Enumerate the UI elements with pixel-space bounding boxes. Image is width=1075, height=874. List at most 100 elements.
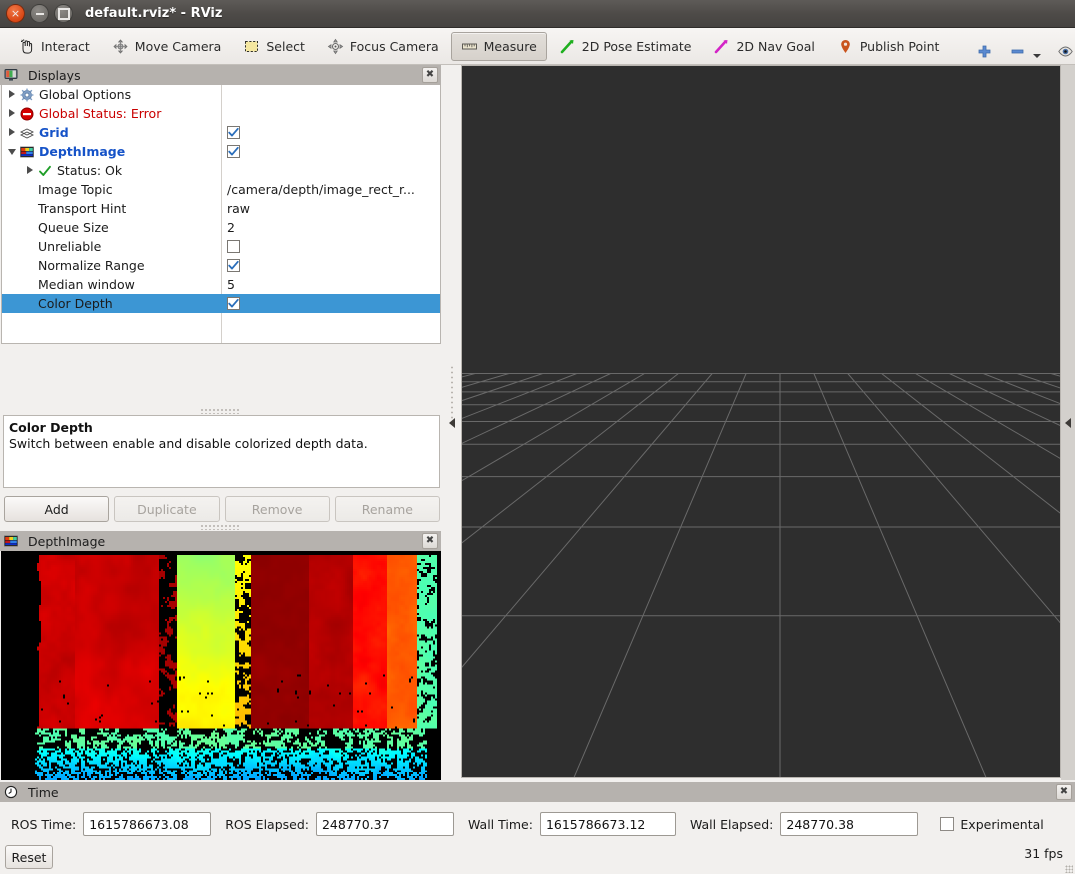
tool-select[interactable]: Select xyxy=(233,32,315,61)
handle-grip-dots xyxy=(450,365,454,425)
add-tool-button[interactable] xyxy=(969,32,1000,61)
tool-publish-point[interactable]: Publish Point xyxy=(827,32,950,61)
duplicate-display-button[interactable]: Duplicate xyxy=(114,496,220,522)
tree-row-normalize-range[interactable]: Normalize Range xyxy=(2,256,440,275)
tree-row-label-cell: Grid xyxy=(2,123,221,142)
tool-interact[interactable]: Interact xyxy=(8,32,100,61)
tool-2d-pose-estimate-label: 2D Pose Estimate xyxy=(581,38,692,54)
tree-row-value-cell[interactable] xyxy=(221,123,240,142)
render-view-3d[interactable] xyxy=(461,65,1061,778)
experimental-checkbox-group[interactable]: Experimental xyxy=(940,817,1044,832)
remove-display-button[interactable]: Remove xyxy=(224,496,330,522)
time-fields-row: ROS Time: 1615786673.08 ROS Elapsed: 248… xyxy=(0,810,1075,838)
display-description-box: Color Depth Switch between enable and di… xyxy=(3,415,440,488)
magenta-arrow-icon xyxy=(713,38,730,55)
rename-display-button[interactable]: Rename xyxy=(334,496,440,522)
tool-measure[interactable]: Measure xyxy=(450,31,547,61)
chevron-right-icon[interactable] xyxy=(8,109,17,118)
tool-publish-point-label: Publish Point xyxy=(859,38,940,54)
ros-time-label: ROS Time: xyxy=(11,816,77,832)
tree-row-label-cell: Unreliable xyxy=(2,237,221,256)
tree-row-value-cell[interactable] xyxy=(221,294,240,313)
chevron-down-icon[interactable] xyxy=(1033,53,1042,58)
tree-row-median-window[interactable]: Median window 5 xyxy=(2,275,440,294)
tree-row-value-cell[interactable] xyxy=(221,142,240,161)
gear-icon xyxy=(20,88,34,102)
time-panel-close-button[interactable]: ✖ xyxy=(1056,784,1072,800)
tool-move-camera[interactable]: Move Camera xyxy=(102,32,232,61)
window-close-button[interactable]: × xyxy=(6,4,25,23)
tree-row-label-cell: Global Options xyxy=(2,85,221,104)
displays-splitter[interactable] xyxy=(200,408,240,414)
tree-item-checkbox[interactable] xyxy=(227,240,240,253)
tree-row-queue-size[interactable]: Queue Size 2 xyxy=(2,218,440,237)
wall-elapsed-input[interactable]: 248770.38 xyxy=(780,812,919,836)
chevron-right-icon[interactable] xyxy=(8,128,17,137)
tool-move-camera-label: Move Camera xyxy=(134,38,222,54)
tree-row-grid[interactable]: Grid xyxy=(2,123,440,142)
chevron-down-icon[interactable] xyxy=(8,147,17,156)
chevron-right-icon[interactable] xyxy=(8,90,17,99)
window-maximize-button[interactable] xyxy=(54,4,73,23)
displays-panel-close-button[interactable]: ✖ xyxy=(422,67,438,83)
tree-item-checkbox[interactable] xyxy=(227,297,240,310)
window-minimize-button[interactable] xyxy=(30,4,49,23)
tree-row-color-depth[interactable]: Color Depth xyxy=(2,294,440,313)
ros-time-input[interactable]: 1615786673.08 xyxy=(83,812,212,836)
tool-2d-nav-goal[interactable]: 2D Nav Goal xyxy=(703,32,824,61)
tree-row-value-cell[interactable] xyxy=(221,85,227,104)
ros-elapsed-input[interactable]: 248770.37 xyxy=(315,812,454,836)
tree-item-checkbox[interactable] xyxy=(227,145,240,158)
depth-panel-splitter[interactable] xyxy=(200,524,240,530)
left-dock: Displays ✖ Global Options Global Status: … xyxy=(0,65,443,780)
tree-item-value: 2 xyxy=(227,220,235,235)
tree-row-value-cell[interactable] xyxy=(221,256,240,275)
check-icon xyxy=(38,164,52,178)
window-resize-grip[interactable] xyxy=(1065,865,1073,873)
tree-row-depthimage[interactable]: DepthImage xyxy=(2,142,440,161)
remove-display-label: Remove xyxy=(251,501,303,517)
tree-row-value-cell[interactable] xyxy=(221,104,227,123)
experimental-checkbox[interactable] xyxy=(940,817,955,831)
tree-row-value-cell[interactable]: 5 xyxy=(221,275,235,294)
chevron-right-icon[interactable] xyxy=(26,166,35,175)
ros-elapsed-label: ROS Elapsed: xyxy=(225,816,309,832)
displays-tree[interactable]: Global Options Global Status: Error Grid De… xyxy=(1,85,441,344)
visibility-button[interactable] xyxy=(1050,32,1075,61)
tree-row-global-status-error[interactable]: Global Status: Error xyxy=(2,104,440,123)
tool-2d-pose-estimate[interactable]: 2D Pose Estimate xyxy=(549,32,702,61)
tree-row-image-topic[interactable]: Image Topic/camera/depth/image_rect_r... xyxy=(2,180,440,199)
remove-tool-button[interactable] xyxy=(1002,32,1048,61)
tree-row-value-cell[interactable]: raw xyxy=(221,199,250,218)
displays-panel: Displays ✖ Global Options Global Status: … xyxy=(0,65,441,345)
wall-time-input[interactable]: 1615786673.12 xyxy=(539,812,676,836)
tree-row-value-cell[interactable]: /camera/depth/image_rect_r... xyxy=(221,180,415,199)
tree-item-label: DepthImage xyxy=(39,144,126,159)
tree-item-checkbox[interactable] xyxy=(227,126,240,139)
grid-icon xyxy=(19,126,35,140)
description-body: Switch between enable and disable colori… xyxy=(9,436,368,451)
tree-row-global-options[interactable]: Global Options xyxy=(2,85,440,104)
move-camera-icon xyxy=(112,38,129,55)
tree-row-value-cell[interactable]: 2 xyxy=(221,218,235,237)
tool-focus-camera[interactable]: Focus Camera xyxy=(317,32,449,61)
tree-row-value-cell[interactable] xyxy=(221,161,227,180)
tree-item-label: Transport Hint xyxy=(38,201,127,216)
right-dock-collapse-handle[interactable] xyxy=(1061,65,1075,780)
tree-item-checkbox[interactable] xyxy=(227,259,240,272)
depthimage-panel: DepthImage ✖ xyxy=(0,531,441,780)
tree-row-value-cell[interactable] xyxy=(221,237,240,256)
tree-row-transport-hint[interactable]: Transport Hint raw xyxy=(2,199,440,218)
tree-row-label-cell: Image Topic xyxy=(2,180,221,199)
tree-item-label: Image Topic xyxy=(38,182,113,197)
tree-item-value: 5 xyxy=(227,277,235,292)
tree-row-unreliable[interactable]: Unreliable xyxy=(2,237,440,256)
depthimage-panel-close-button[interactable]: ✖ xyxy=(422,533,438,549)
reset-button[interactable]: Reset xyxy=(5,845,53,869)
add-display-button[interactable]: Add xyxy=(4,496,110,522)
tree-item-label: Global Status: Error xyxy=(39,106,162,121)
left-dock-collapse-handle[interactable] xyxy=(443,65,461,780)
close-icon: ✖ xyxy=(425,535,435,546)
tree-row-label-cell: Status: Ok xyxy=(2,161,221,180)
tree-row-status-ok[interactable]: Status: Ok xyxy=(2,161,440,180)
